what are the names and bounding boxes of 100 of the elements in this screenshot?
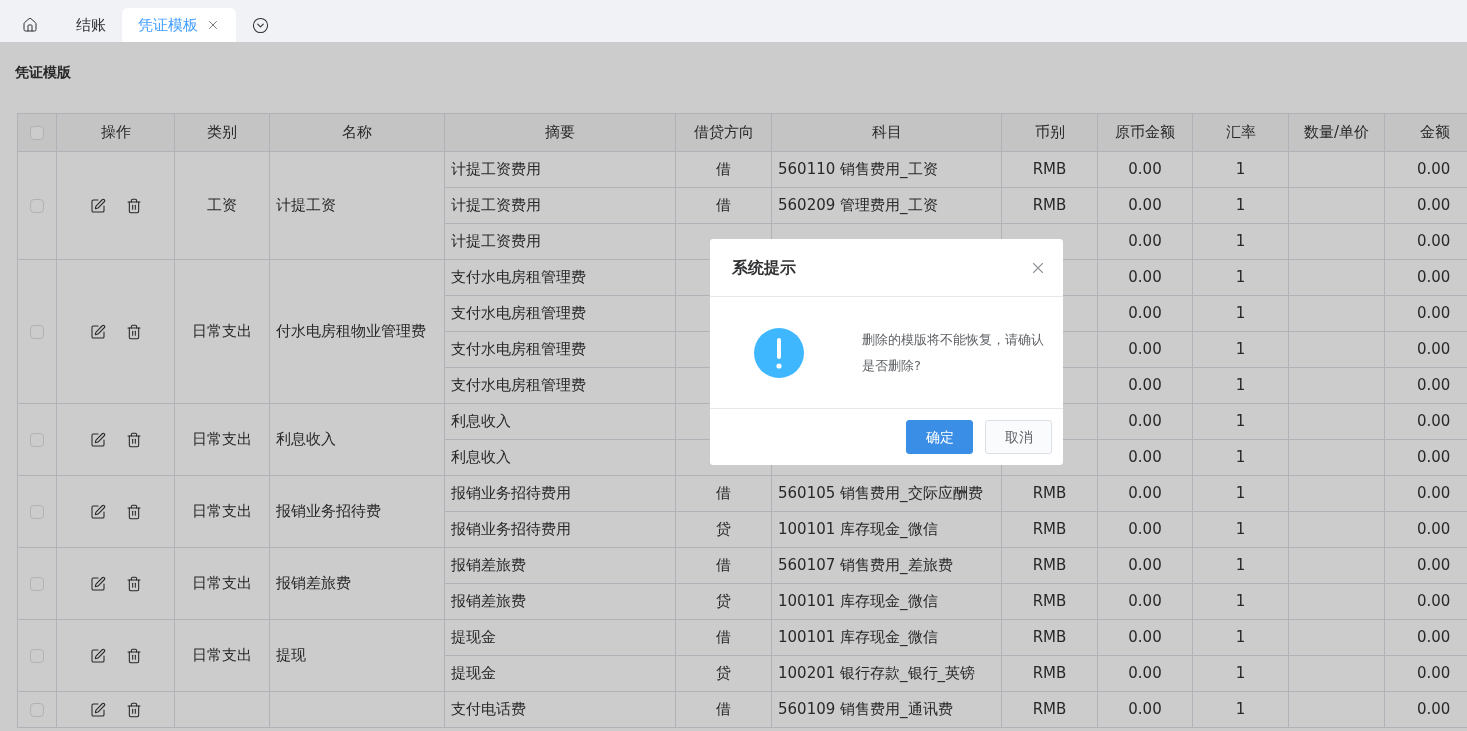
table-cell: 1 [1235, 592, 1246, 611]
checkbox[interactable] [30, 432, 44, 447]
table-cell: 0.00 [1417, 556, 1451, 575]
page-title: 凭证模版 [15, 63, 72, 82]
table-cell: 0.00 [1128, 196, 1162, 215]
table-cell: 0.00 [1417, 196, 1451, 215]
table-cell: 0.00 [1128, 664, 1162, 683]
edit-icon[interactable] [89, 431, 106, 448]
table-cell: 0.00 [1128, 412, 1162, 431]
table-cell: 0.00 [1128, 376, 1162, 395]
table-cell: 0.00 [1128, 556, 1162, 575]
table-cell: 0.00 [1417, 592, 1451, 611]
checkbox[interactable] [30, 576, 44, 591]
close-icon[interactable] [206, 18, 220, 32]
warning-icon [754, 327, 804, 378]
table-cell: 日常支出 [192, 574, 252, 593]
table-cell: RMB [1032, 160, 1067, 179]
table-cell: 0.00 [1417, 160, 1451, 179]
table-cell: RMB [1032, 628, 1067, 647]
edit-icon[interactable] [89, 575, 106, 592]
table-cell: 借 [716, 160, 731, 179]
checkbox[interactable] [30, 702, 44, 717]
table-cell: 日常支出 [192, 502, 252, 521]
delete-icon[interactable] [125, 575, 142, 592]
table-cell: 计提工资费用 [451, 160, 541, 179]
dialog-title: 系统提示 [732, 256, 796, 279]
table-cell: 1 [1235, 484, 1246, 503]
column-header: 操作 [56, 113, 175, 152]
table-cell: 0.00 [1417, 412, 1451, 431]
table-cell: RMB [1032, 484, 1067, 503]
table-cell: 0.00 [1128, 484, 1162, 503]
column-header: 汇率 [1192, 113, 1289, 152]
delete-icon[interactable] [125, 323, 142, 340]
table-cell: 支付水电房租管理费 [451, 376, 586, 395]
delete-icon[interactable] [125, 647, 142, 664]
table-cell: 100101 库存现金_微信 [778, 628, 938, 647]
delete-icon[interactable] [125, 197, 142, 214]
table-cell: 1 [1235, 232, 1246, 251]
table-cell: 0.00 [1417, 520, 1451, 539]
chevron-down-icon [252, 16, 269, 34]
checkbox[interactable] [30, 648, 44, 663]
table-cell: 1 [1235, 412, 1246, 431]
table-cell: 100101 库存现金_微信 [778, 520, 938, 539]
column-header: 摘要 [444, 113, 676, 152]
table-cell: 报销业务招待费 [276, 502, 381, 521]
table-cell: 0.00 [1128, 268, 1162, 287]
table-cell: RMB [1032, 592, 1067, 611]
tab[interactable]: 结账 [60, 8, 122, 42]
checkbox[interactable] [30, 125, 44, 140]
table-cell: 0.00 [1417, 628, 1451, 647]
table-cell: 0.00 [1417, 484, 1451, 503]
column-header: 原币金额 [1097, 113, 1193, 152]
table-cell: 报销差旅费 [451, 592, 526, 611]
table-cell: 借 [716, 196, 731, 215]
table-cell: 计提工资费用 [451, 232, 541, 251]
column-header: 名称 [269, 113, 445, 152]
table-cell: 100201 银行存款_银行_英镑 [778, 664, 976, 683]
table-cell: 560110 销售费用_工资 [778, 160, 938, 179]
checkbox[interactable] [30, 324, 44, 339]
table-cell: 1 [1235, 664, 1246, 683]
table-cell: 报销业务招待费用 [451, 520, 571, 539]
home-icon [22, 17, 38, 33]
table-cell: 贷 [716, 664, 731, 683]
confirm-button[interactable]: 确定 [906, 420, 973, 454]
column-header: 币别 [1001, 113, 1098, 152]
checkbox[interactable] [30, 198, 44, 213]
table-cell: 1 [1235, 628, 1246, 647]
edit-icon[interactable] [89, 701, 106, 718]
delete-icon[interactable] [125, 431, 142, 448]
table-cell: 支付电话费 [451, 700, 526, 719]
column-header: 金额 [1384, 113, 1467, 152]
table-cell: 560109 销售费用_通讯费 [778, 700, 953, 719]
table-cell: 借 [716, 628, 731, 647]
edit-icon[interactable] [89, 197, 106, 214]
delete-icon[interactable] [125, 701, 142, 718]
cancel-button[interactable]: 取消 [985, 420, 1052, 454]
table-cell: 付水电房租物业管理费 [276, 322, 426, 341]
edit-icon[interactable] [89, 323, 106, 340]
checkbox[interactable] [30, 504, 44, 519]
column-header: 科目 [771, 113, 1002, 152]
table-cell: 0.00 [1128, 700, 1162, 719]
table-cell: 0.00 [1417, 340, 1451, 359]
table-cell: 0.00 [1128, 160, 1162, 179]
table-cell: 560105 销售费用_交际应酬费 [778, 484, 983, 503]
dialog-message: 删除的模版将不能恢复，请确认是否删除? [862, 330, 1045, 375]
table-cell: 1 [1235, 340, 1246, 359]
delete-icon[interactable] [125, 503, 142, 520]
table-cell: 借 [716, 556, 731, 575]
table-cell: 1 [1235, 376, 1246, 395]
table-cell: 0.00 [1417, 268, 1451, 287]
table-cell: 支付水电房租管理费 [451, 304, 586, 323]
table-cell: 1 [1235, 700, 1246, 719]
column-header: 数量/单价 [1288, 113, 1385, 152]
table-cell: 1 [1235, 448, 1246, 467]
edit-icon[interactable] [89, 647, 106, 664]
table-cell: 0.00 [1417, 664, 1451, 683]
table-cell: 100101 库存现金_微信 [778, 592, 938, 611]
edit-icon[interactable] [89, 503, 106, 520]
table-cell: 1 [1235, 268, 1246, 287]
column-header: 类别 [174, 113, 270, 152]
